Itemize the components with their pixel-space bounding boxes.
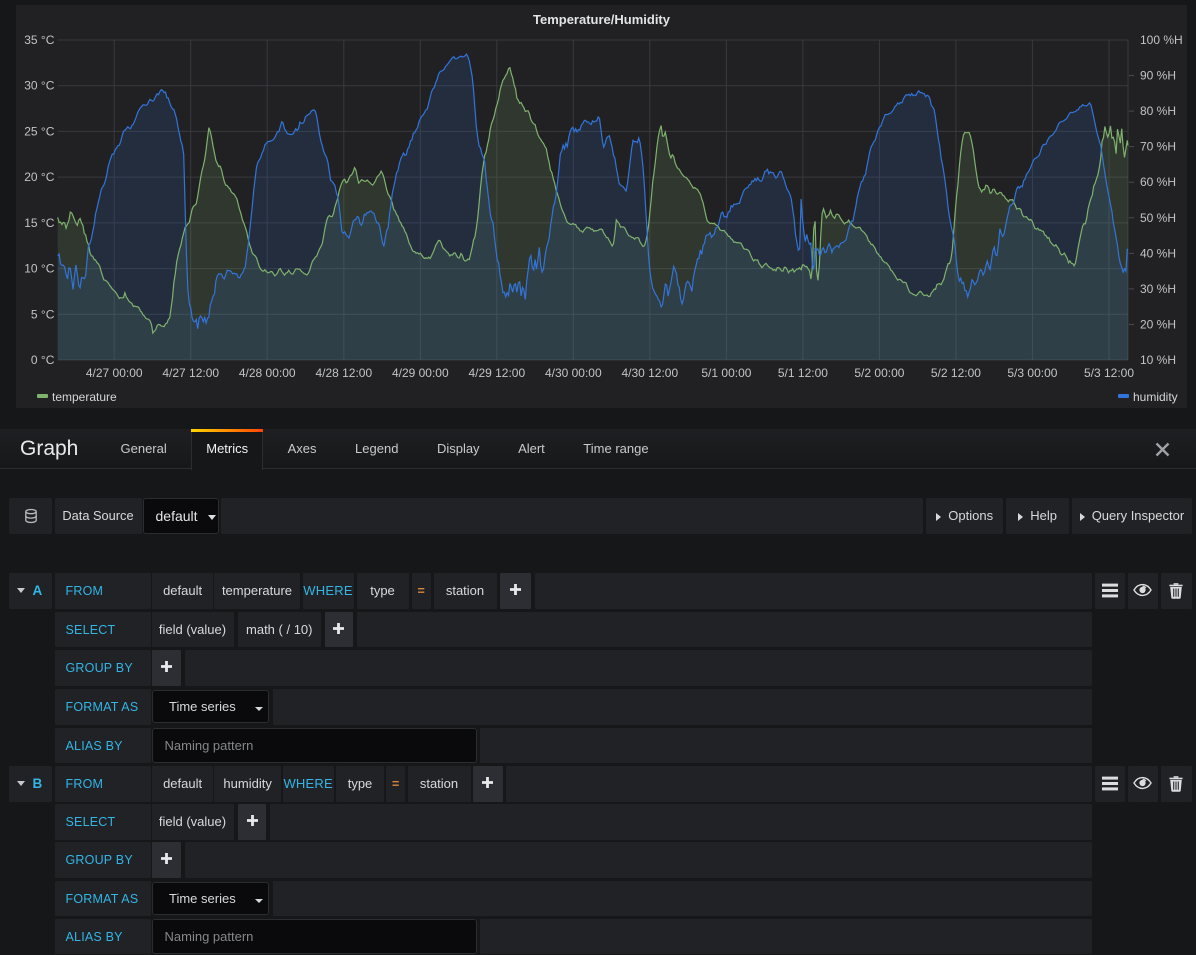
svg-text:90 %H: 90 %H [1140, 69, 1176, 83]
svg-text:60 %H: 60 %H [1140, 175, 1176, 189]
svg-text:5/3 00:00: 5/3 00:00 [1007, 366, 1057, 380]
svg-text:5/1 12:00: 5/1 12:00 [778, 366, 828, 380]
svg-text:30 %H: 30 %H [1140, 282, 1176, 296]
svg-text:10 °C: 10 °C [24, 262, 54, 276]
svg-text:4/28 00:00: 4/28 00:00 [239, 366, 296, 380]
svg-text:5/2 00:00: 5/2 00:00 [854, 366, 904, 380]
svg-text:4/29 00:00: 4/29 00:00 [392, 366, 449, 380]
svg-text:80 %H: 80 %H [1140, 104, 1176, 118]
svg-text:5/1 00:00: 5/1 00:00 [701, 366, 751, 380]
svg-text:4/28 12:00: 4/28 12:00 [315, 366, 372, 380]
svg-text:5 °C: 5 °C [31, 307, 55, 321]
svg-text:0 °C: 0 °C [31, 353, 55, 367]
svg-text:20 %H: 20 %H [1140, 317, 1176, 331]
svg-text:35 °C: 35 °C [24, 33, 54, 47]
svg-text:30 °C: 30 °C [24, 79, 54, 93]
svg-text:100 %H: 100 %H [1140, 33, 1183, 47]
svg-text:70 %H: 70 %H [1140, 140, 1176, 154]
svg-text:50 %H: 50 %H [1140, 211, 1176, 225]
svg-text:40 %H: 40 %H [1140, 246, 1176, 260]
svg-text:4/27 12:00: 4/27 12:00 [162, 366, 219, 380]
svg-text:25 °C: 25 °C [24, 124, 54, 138]
svg-text:20 °C: 20 °C [24, 170, 54, 184]
svg-text:15 °C: 15 °C [24, 216, 54, 230]
svg-text:10 %H: 10 %H [1140, 353, 1176, 367]
svg-text:4/29 12:00: 4/29 12:00 [468, 366, 525, 380]
svg-text:4/30 00:00: 4/30 00:00 [545, 366, 602, 380]
svg-text:4/27 00:00: 4/27 00:00 [86, 366, 143, 380]
svg-text:5/3 12:00: 5/3 12:00 [1084, 366, 1134, 380]
svg-text:5/2 12:00: 5/2 12:00 [931, 366, 981, 380]
svg-text:4/30 12:00: 4/30 12:00 [621, 366, 678, 380]
